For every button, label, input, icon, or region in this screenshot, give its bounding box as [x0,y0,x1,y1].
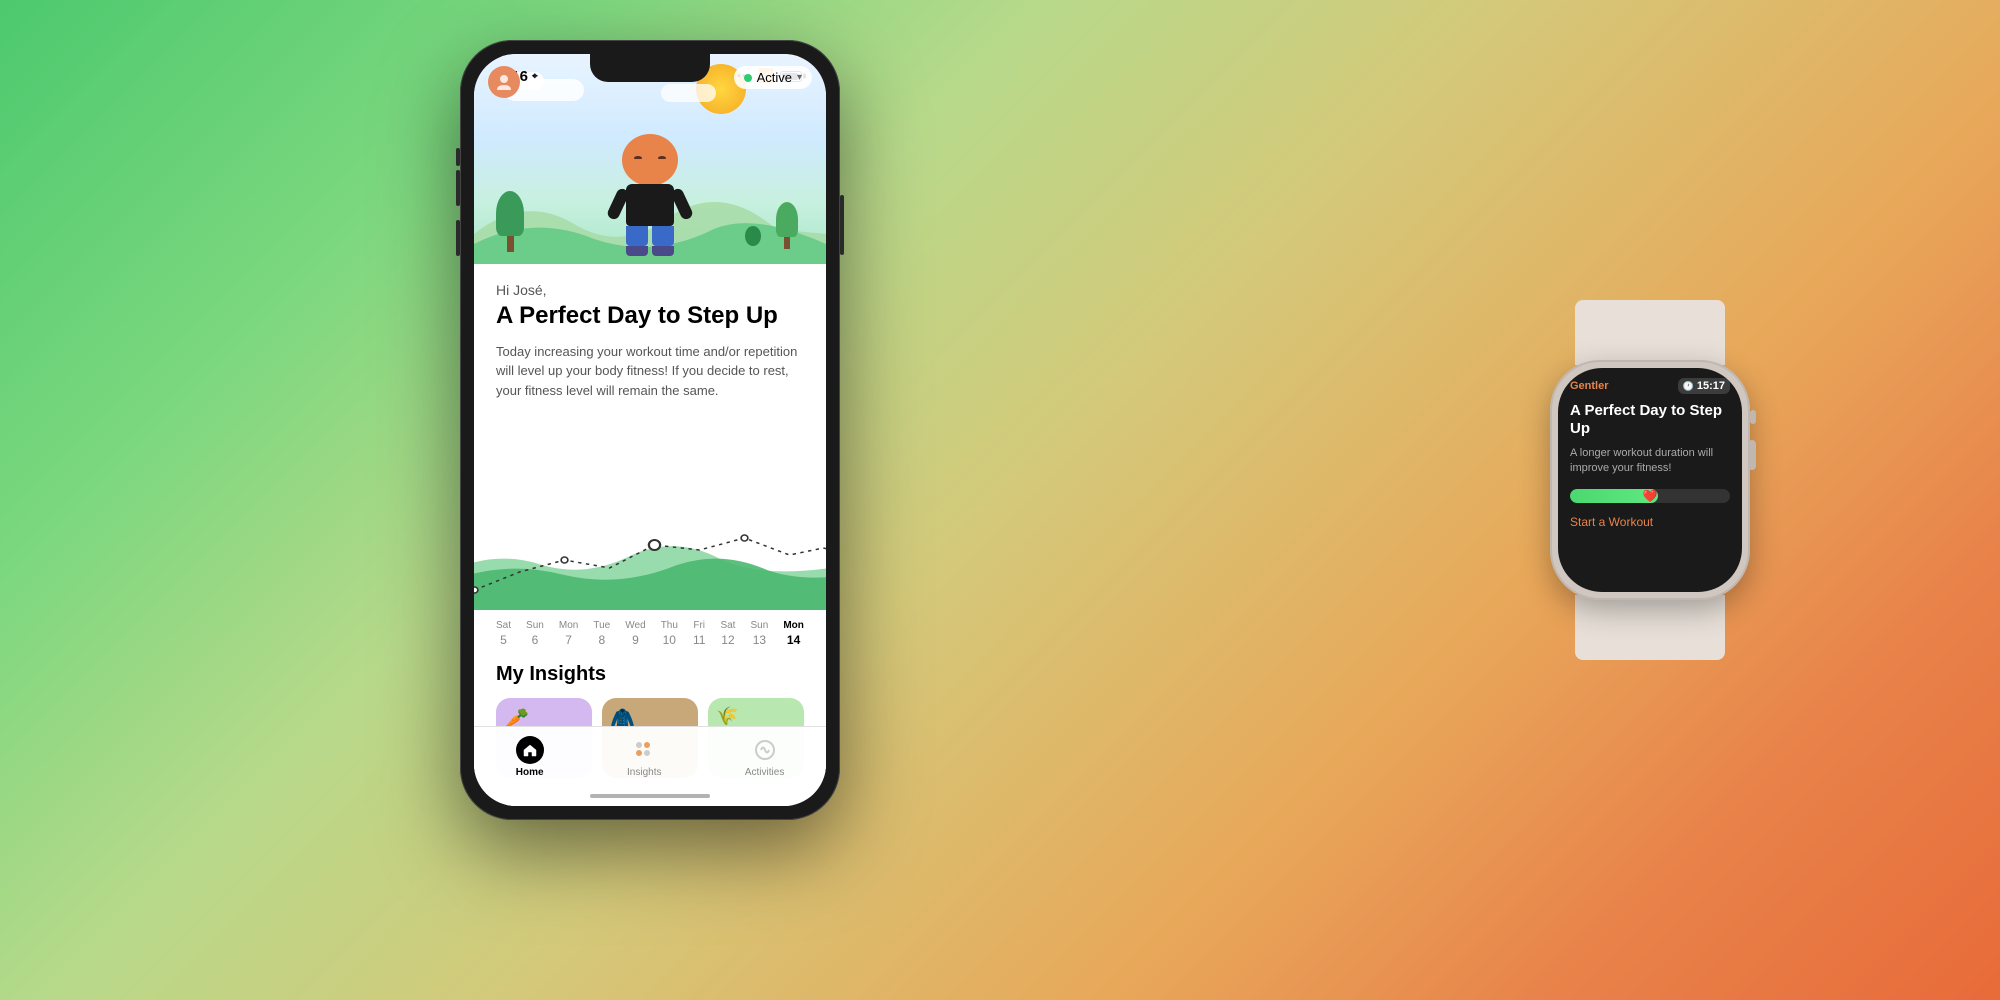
user-avatar[interactable] [488,66,520,98]
fitness-chart [474,500,826,610]
bush-right [745,226,761,246]
watch-start-workout-button[interactable]: Start a Workout [1570,515,1730,529]
date-sat-5[interactable]: Sat 5 [496,620,511,647]
watch-progress-bar: ❤️ [1570,489,1730,503]
date-row: Sat 5 Sun 6 Mon 7 Tue 8 Wed 9 [474,610,826,663]
tab-insights[interactable]: Insights [627,736,661,778]
tab-activities[interactable]: Activities [745,736,784,778]
date-mon-7[interactable]: Mon 7 [559,620,578,647]
watch-time: 15:17 [1697,380,1725,392]
volume-down-button[interactable] [456,220,460,256]
phone-device: 3:16 ⌖ ▪▪▪ 📶 [460,40,840,820]
phone-body: 3:16 ⌖ ▪▪▪ 📶 [460,40,840,820]
date-tue-8[interactable]: Tue 8 [593,620,610,647]
chevron-down-icon: ▾ [797,72,802,83]
active-status-dot [744,74,752,82]
tab-home-label: Home [516,767,544,778]
mute-button[interactable] [456,148,460,166]
home-icon [522,742,538,758]
active-badge[interactable]: Active ▾ [734,66,812,89]
watch-title: A Perfect Day to Step Up [1570,402,1730,438]
insights-icon [631,737,657,763]
home-indicator [590,794,710,798]
date-sun-13[interactable]: Sun 13 [751,620,769,647]
location-icon: ⌖ [532,71,538,82]
home-tab-icon [516,736,544,764]
tab-home[interactable]: Home [516,736,544,778]
date-sat-12[interactable]: Sat 12 [720,620,735,647]
greeting-text: Hi José, [496,282,804,298]
date-mon-14-active[interactable]: Mon 14 [783,620,804,647]
date-fri-11[interactable]: Fri 11 [693,620,705,647]
tree-left [496,191,524,252]
watch-app-name: Gentler [1570,380,1609,392]
watch-header: Gentler 🕐 15:17 [1570,378,1730,394]
watch-description: A longer workout duration will improve y… [1570,446,1730,477]
phone-notch [590,54,710,82]
volume-up-button[interactable] [456,170,460,206]
watch-device: Gentler 🕐 15:17 A Perfect Day to Step Up… [1550,360,1750,600]
watch-screen: Gentler 🕐 15:17 A Perfect Day to Step Up… [1558,368,1742,592]
watch-body: Gentler 🕐 15:17 A Perfect Day to Step Up… [1550,360,1750,600]
clock-icon: 🕐 [1683,381,1694,392]
chart-svg [474,500,826,610]
watch-crown[interactable] [1748,440,1756,470]
insights-tab-icon [630,736,658,764]
insights-title: My Insights [496,663,804,686]
heart-icon: ❤️ [1643,489,1658,503]
person-icon [494,72,514,92]
watch-band-bottom [1575,595,1725,660]
tree-right [776,202,798,249]
watch-time-badge: 🕐 15:17 [1678,378,1730,394]
phone-screen: 3:16 ⌖ ▪▪▪ 📶 [474,54,826,806]
watch-content: Gentler 🕐 15:17 A Perfect Day to Step Up… [1558,368,1742,592]
activities-tab-icon [751,736,779,764]
watch-side-button[interactable] [1750,410,1756,424]
tab-bar: Home Insights [474,726,826,806]
date-sun-6[interactable]: Sun 6 [526,620,544,647]
tab-activities-label: Activities [745,767,784,778]
main-title: A Perfect Day to Step Up [496,302,804,330]
main-content: Hi José, A Perfect Day to Step Up Today … [474,264,826,500]
main-description: Today increasing your workout time and/o… [496,342,804,401]
date-thu-10[interactable]: Thu 10 [661,620,678,647]
watch-band-top [1575,300,1725,365]
character-illustration [615,134,685,256]
activities-icon [752,737,778,763]
power-button[interactable] [840,195,844,255]
date-wed-9[interactable]: Wed 9 [625,620,645,647]
tab-insights-label: Insights [627,767,661,778]
